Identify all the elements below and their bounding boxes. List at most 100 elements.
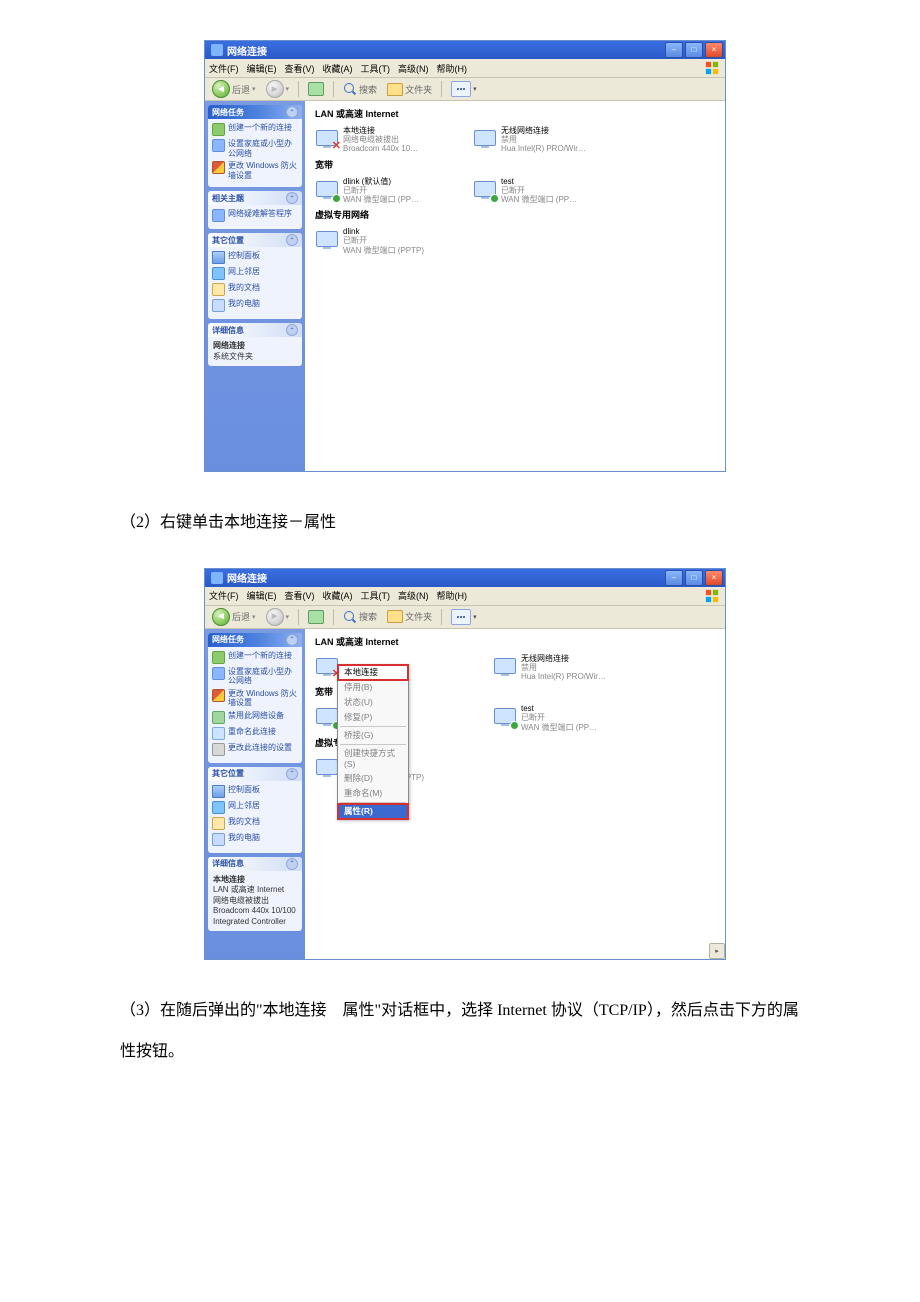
menu-file[interactable]: 文件(F) (209, 62, 239, 75)
views-button[interactable]: ▾ (448, 608, 480, 626)
panel-header-other[interactable]: 其它位置 ⌃ (208, 767, 302, 781)
place-control-panel[interactable]: 控制面板 (212, 785, 298, 798)
task-firewall[interactable]: 更改 Windows 防火墙设置 (212, 689, 298, 708)
connection-local[interactable]: ✕ 本地连接 网络电缆被拔出 Broadcom 440x 10… (313, 124, 457, 156)
task-change-settings[interactable]: 更改此连接的设置 (212, 743, 298, 756)
views-button[interactable]: ▾ (448, 80, 480, 98)
ctx-properties[interactable]: 属性(R) (338, 804, 408, 819)
toolbar: ◄ 后退 ▾ ► ▾ 搜索 文件夹 ▾ (205, 78, 725, 101)
panel-header-tasks[interactable]: 网络任务 ⌃ (208, 105, 302, 119)
connection-wlan[interactable]: 无线网络连接 禁用 Hua Intel(R) PRO/Wir… (471, 124, 615, 156)
back-button[interactable]: ◄ 后退 ▾ (209, 79, 259, 99)
task-new-connection[interactable]: 创建一个新的连接 (212, 123, 298, 136)
place-my-computer[interactable]: 我的电脑 (212, 833, 298, 846)
connection-local-selected[interactable]: ✕ 本地连接 网络电缆被拔出 Broadcom 440x 10… 本地连接 停用… (313, 652, 457, 684)
menu-advanced[interactable]: 高级(N) (398, 589, 429, 602)
network-connections-window-2: 网络连接 – □ × 文件(F) 编辑(E) 查看(V) 收藏(A) 工具(T)… (204, 568, 726, 960)
menu-favorite[interactable]: 收藏(A) (323, 589, 353, 602)
maximize-button[interactable]: □ (685, 42, 703, 58)
up-button[interactable] (305, 609, 327, 625)
menu-help[interactable]: 帮助(H) (437, 589, 468, 602)
task-home-network[interactable]: 设置家庭或小型办公网络 (212, 667, 298, 686)
panel-header-related[interactable]: 相关主题 ⌃ (208, 191, 302, 205)
chevron-icon[interactable]: ⌃ (286, 234, 298, 246)
panel-header-details[interactable]: 详细信息 ⌃ (208, 323, 302, 337)
forward-button: ► ▾ (263, 607, 293, 627)
section-lan: LAN 或高速 Internet (315, 635, 717, 648)
connection-test[interactable]: test 已断开 WAN 微型端口 (PP… (491, 702, 635, 734)
menu-edit[interactable]: 编辑(E) (247, 62, 277, 75)
search-button[interactable]: 搜索 (340, 609, 380, 625)
scroll-corner[interactable]: ▸ (709, 943, 725, 959)
task-disable-device[interactable]: 禁用此网络设备 (212, 711, 298, 724)
menu-edit[interactable]: 编辑(E) (247, 589, 277, 602)
ctx-delete[interactable]: 删除(D) (338, 771, 408, 786)
ctx-bridge[interactable]: 桥接(G) (338, 728, 408, 743)
ctx-disable[interactable]: 停用(B) (338, 680, 408, 695)
ctx-shortcut[interactable]: 创建快捷方式(S) (338, 746, 408, 771)
task-new-connection[interactable]: 创建一个新的连接 (212, 651, 298, 664)
back-button[interactable]: ◄ 后退 ▾ (209, 607, 259, 627)
menu-favorite[interactable]: 收藏(A) (323, 62, 353, 75)
connection-wlan[interactable]: 无线网络连接 禁用 Hua Intel(R) PRO/Wir… (491, 652, 635, 684)
instruction-step-2: （2）右键单击本地连接－属性 (120, 502, 810, 544)
ctx-rename[interactable]: 重命名(M) (338, 786, 408, 801)
folders-button[interactable]: 文件夹 (384, 609, 435, 624)
detail-line5: Integrated Controller (213, 917, 297, 927)
menu-tools[interactable]: 工具(T) (361, 589, 391, 602)
panel-header-details[interactable]: 详细信息 ⌃ (208, 857, 302, 871)
chevron-icon[interactable]: ⌃ (286, 192, 298, 204)
panel-network-tasks: 网络任务 ⌃ 创建一个新的连接 设置家庭或小型办公网络 更改 Windows 防… (208, 105, 302, 187)
ctx-repair[interactable]: 修复(P) (338, 710, 408, 725)
close-button[interactable]: × (705, 42, 723, 58)
place-my-documents[interactable]: 我的文档 (212, 283, 298, 296)
task-rename[interactable]: 重命名此连接 (212, 727, 298, 740)
chevron-icon[interactable]: ⌃ (286, 106, 298, 118)
ctx-local-connection-label: 本地连接 (338, 665, 408, 680)
place-network-nbh[interactable]: 网上邻居 (212, 267, 298, 280)
forward-button: ► ▾ (263, 79, 293, 99)
home-network-icon (212, 667, 225, 680)
connection-test[interactable]: test 已断开 WAN 微型端口 (PP… (471, 175, 615, 207)
detail-sub: 系统文件夹 (213, 352, 297, 362)
computer-icon (212, 299, 225, 312)
menu-view[interactable]: 查看(V) (285, 62, 315, 75)
panel-header-other[interactable]: 其它位置 ⌃ (208, 233, 302, 247)
place-control-panel[interactable]: 控制面板 (212, 251, 298, 264)
chevron-icon[interactable]: ⌃ (286, 858, 298, 870)
chevron-icon[interactable]: ⌃ (286, 324, 298, 336)
menu-file[interactable]: 文件(F) (209, 589, 239, 602)
folders-button[interactable]: 文件夹 (384, 82, 435, 97)
task-firewall[interactable]: 更改 Windows 防火墙设置 (212, 161, 298, 180)
connection-dlink-vpn[interactable]: dlink 已断开 WAN 微型端口 (PPTP) (313, 225, 457, 257)
up-button[interactable] (305, 81, 327, 97)
search-button[interactable]: 搜索 (340, 81, 380, 97)
menu-advanced[interactable]: 高级(N) (398, 62, 429, 75)
connection-dlink[interactable]: dlink (默认值) 已断开 WAN 微型端口 (PP… (313, 175, 457, 207)
vpn-icon (315, 227, 339, 251)
windows-logo-icon (703, 59, 721, 77)
minimize-button[interactable]: – (665, 570, 683, 586)
search-label: 搜索 (359, 83, 377, 96)
dial-icon (473, 177, 497, 201)
place-my-computer[interactable]: 我的电脑 (212, 299, 298, 312)
minimize-button[interactable]: – (665, 42, 683, 58)
maximize-button[interactable]: □ (685, 570, 703, 586)
views-icon (451, 81, 471, 97)
panel-header-tasks[interactable]: 网络任务 ⌃ (208, 633, 302, 647)
menu-help[interactable]: 帮助(H) (437, 62, 468, 75)
close-button[interactable]: × (705, 570, 723, 586)
place-my-documents[interactable]: 我的文档 (212, 817, 298, 830)
menu-tools[interactable]: 工具(T) (361, 62, 391, 75)
menu-view[interactable]: 查看(V) (285, 589, 315, 602)
section-dial: 宽带 (315, 158, 717, 171)
task-home-network[interactable]: 设置家庭或小型办公网络 (212, 139, 298, 158)
task-pane: 网络任务 ⌃ 创建一个新的连接 设置家庭或小型办公网络 更改 Windows 防… (205, 101, 305, 471)
place-network-nbh[interactable]: 网上邻居 (212, 801, 298, 814)
titlebar[interactable]: 网络连接 – □ × (205, 569, 725, 587)
ctx-status[interactable]: 状态(U) (338, 695, 408, 710)
task-troubleshoot[interactable]: 网络疑难解答程序 (212, 209, 298, 222)
chevron-icon[interactable]: ⌃ (286, 634, 298, 646)
chevron-icon[interactable]: ⌃ (286, 768, 298, 780)
titlebar[interactable]: 网络连接 – □ × (205, 41, 725, 59)
